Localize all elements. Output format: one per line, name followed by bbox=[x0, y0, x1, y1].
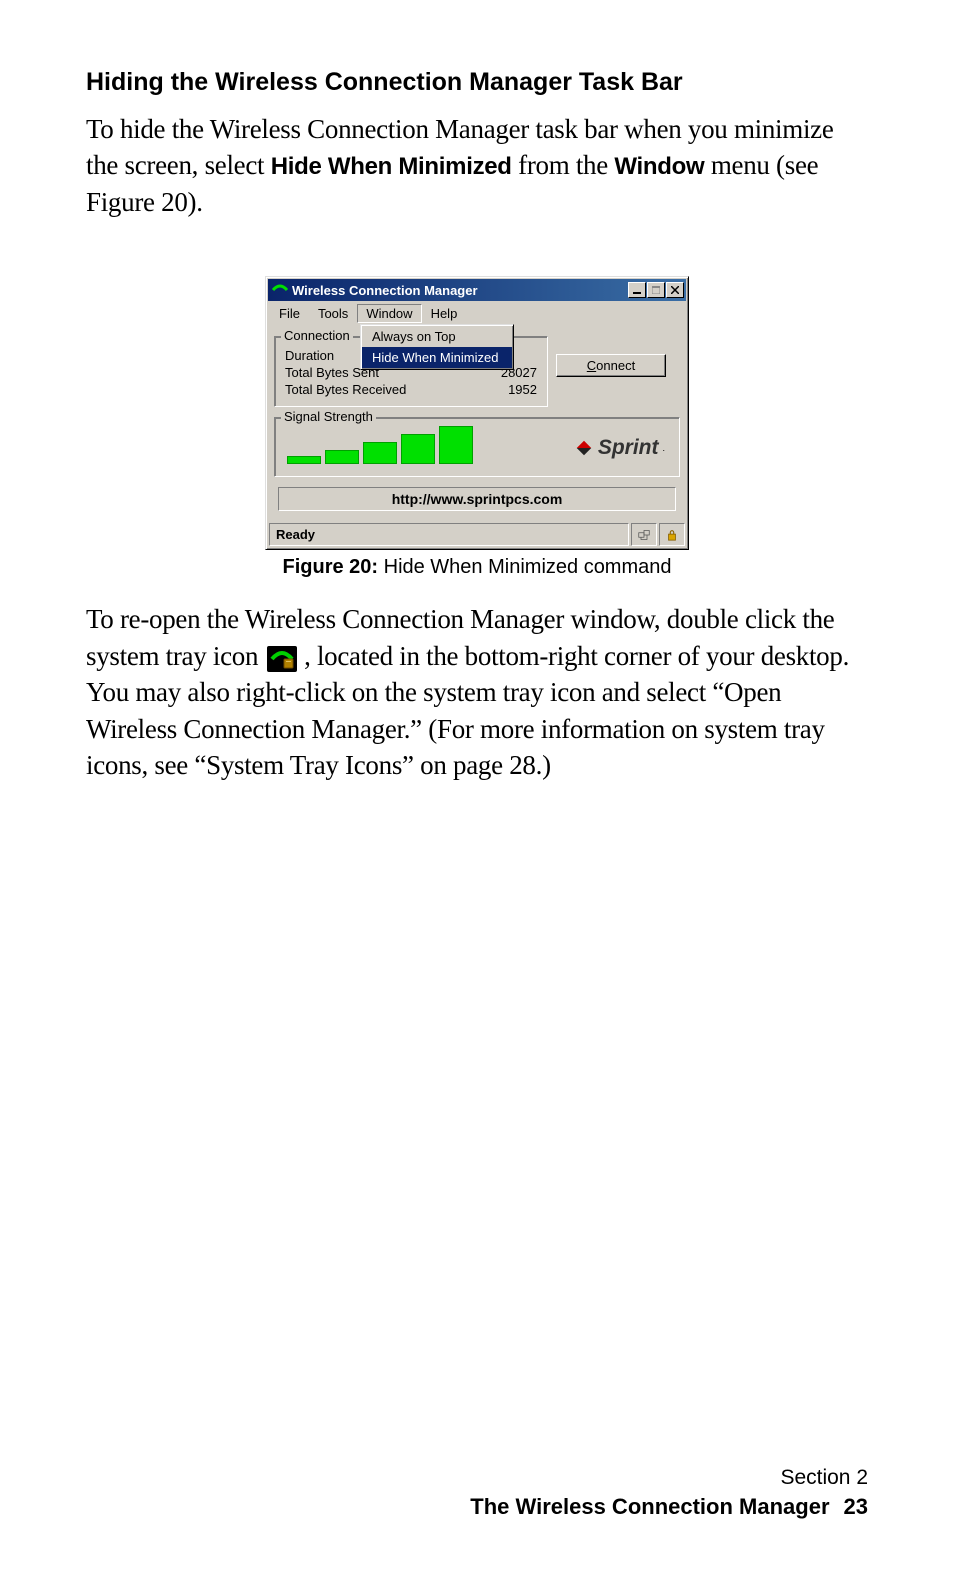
figure-caption-text: Hide When Minimized command bbox=[378, 556, 671, 578]
signal-bars bbox=[285, 428, 564, 468]
connection-legend: Connection bbox=[281, 328, 353, 343]
app-window: Wireless Connection Manager File Tools W… bbox=[265, 276, 689, 550]
signal-fieldset: Signal Strength bbox=[274, 417, 680, 477]
signal-bar-4 bbox=[401, 434, 435, 464]
duration-label: Duration bbox=[285, 348, 334, 363]
page-footer: Section 2 The Wireless Connection Manage… bbox=[470, 1466, 868, 1520]
figure-20: Wireless Connection Manager File Tools W… bbox=[86, 276, 868, 579]
menu-help[interactable]: Help bbox=[422, 304, 467, 323]
signal-bar-3 bbox=[363, 442, 397, 464]
menu-file[interactable]: File bbox=[270, 304, 309, 323]
maximize-button[interactable] bbox=[647, 282, 665, 298]
footer-page-number: 23 bbox=[844, 1494, 868, 1519]
titlebar[interactable]: Wireless Connection Manager bbox=[268, 279, 686, 301]
status-lock-icon bbox=[659, 523, 685, 546]
section-heading: Hiding the Wireless Connection Manager T… bbox=[86, 68, 868, 97]
sprint-diamond-icon bbox=[574, 438, 594, 458]
menu-bar: File Tools Window Help Always on Top Hid… bbox=[266, 303, 688, 324]
menu-tools[interactable]: Tools bbox=[309, 304, 357, 323]
url-bar[interactable]: http://www.sprintpcs.com bbox=[278, 487, 676, 511]
sprint-logo: Sprint. bbox=[574, 436, 669, 460]
bold-hide-when-minimized: Hide When Minimized bbox=[271, 153, 512, 180]
figure-caption-bold: Figure 20: bbox=[282, 556, 378, 578]
signal-bar-1 bbox=[287, 456, 321, 464]
minimize-button[interactable] bbox=[628, 282, 646, 298]
signal-bar-2 bbox=[325, 450, 359, 464]
menu-item-always-on-top[interactable]: Always on Top bbox=[362, 326, 512, 347]
menu-window[interactable]: Window bbox=[357, 304, 421, 323]
connect-mnemonic: C bbox=[587, 358, 596, 373]
intro-paragraph: To hide the Wireless Connection Manager … bbox=[86, 111, 868, 220]
window-menu-dropdown: Always on Top Hide When Minimized bbox=[360, 324, 514, 370]
bold-window: Window bbox=[614, 153, 704, 180]
bytes-received-value: 1952 bbox=[477, 382, 537, 397]
sprint-period: . bbox=[662, 443, 665, 453]
figure-caption: Figure 20: Hide When Minimized command bbox=[282, 556, 671, 579]
close-button[interactable] bbox=[666, 282, 684, 298]
menu-item-hide-when-minimized[interactable]: Hide When Minimized bbox=[362, 347, 512, 368]
footer-section: Section 2 bbox=[470, 1466, 868, 1490]
bytes-received-label: Total Bytes Received bbox=[285, 382, 406, 397]
status-bar: Ready bbox=[269, 523, 685, 546]
footer-title-text: The Wireless Connection Manager bbox=[470, 1494, 829, 1519]
connect-label-rest: onnect bbox=[596, 358, 635, 373]
signal-bar-5 bbox=[439, 426, 473, 464]
tray-icon bbox=[267, 646, 297, 672]
status-text: Ready bbox=[269, 523, 629, 546]
second-paragraph: To re-open the Wireless Connection Manag… bbox=[86, 601, 868, 783]
connect-button[interactable]: Connect bbox=[556, 354, 666, 377]
footer-title: The Wireless Connection Manager 23 bbox=[470, 1494, 868, 1520]
signal-legend: Signal Strength bbox=[281, 409, 376, 424]
text: from the bbox=[512, 150, 615, 180]
sprint-text: Sprint bbox=[598, 436, 659, 460]
window-title: Wireless Connection Manager bbox=[292, 283, 627, 298]
status-network-icon bbox=[631, 523, 657, 546]
app-icon bbox=[272, 284, 288, 296]
